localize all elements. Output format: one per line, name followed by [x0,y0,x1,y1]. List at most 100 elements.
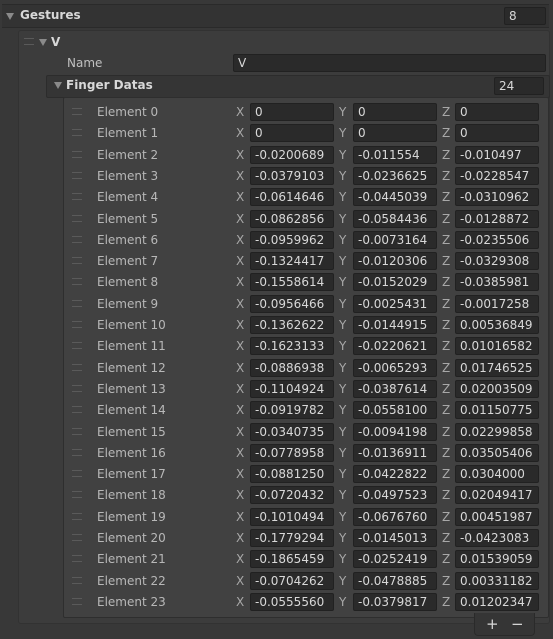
y-axis-label[interactable]: Y [339,403,346,417]
y-axis-label[interactable]: Y [339,574,346,588]
z-field[interactable]: 0 [455,124,539,142]
y-axis-label[interactable]: Y [339,169,346,183]
list-item[interactable]: Element 8 X -0.1558614 Y -0.0152029 Z -0.03859… [64,272,546,292]
y-field[interactable]: -0.0220621 [353,337,437,355]
y-field[interactable]: -0.0387614 [353,380,437,398]
list-item[interactable]: Element 6 X -0.0959962 Y -0.0073164 Z -0.02355… [64,230,546,250]
z-axis-label[interactable]: Z [442,233,450,247]
x-field[interactable]: -0.0881250 [250,465,334,483]
x-field[interactable]: -0.0555560 [250,593,334,611]
gestures-size-field[interactable]: 8 [504,7,546,25]
list-item[interactable]: Element 11 X -0.1623133 Y -0.0220621 Z 0.01016… [64,336,546,356]
list-item[interactable]: Element 17 X -0.0881250 Y -0.0422822 Z 0.03040… [64,464,546,484]
list-item[interactable]: Element 15 X -0.0340735 Y -0.0094198 Z 0.02299… [64,422,546,442]
y-axis-label[interactable]: Y [339,531,346,545]
z-field[interactable]: 0.02299858 [455,423,539,441]
x-field[interactable]: -0.0919782 [250,401,334,419]
z-field[interactable]: 0.01150775 [455,401,539,419]
x-axis-label[interactable]: X [236,254,244,268]
z-field[interactable]: 0.02003509 [455,380,539,398]
y-field[interactable]: -0.0152029 [353,273,437,291]
x-field[interactable]: -0.0340735 [250,423,334,441]
z-axis-label[interactable]: Z [442,297,450,311]
y-field[interactable]: -0.0445039 [353,188,437,206]
z-axis-label[interactable]: Z [442,361,450,375]
z-field[interactable]: 0.0304000 [455,465,539,483]
drag-handle-icon[interactable] [72,555,82,562]
y-field[interactable]: -0.0120306 [353,252,437,270]
y-axis-label[interactable]: Y [339,361,346,375]
name-field[interactable]: V [233,54,546,72]
y-axis-label[interactable]: Y [339,126,346,140]
y-field[interactable]: -0.0136911 [353,444,437,462]
z-axis-label[interactable]: Z [442,467,450,481]
list-item[interactable]: Element 13 X -0.1104924 Y -0.0387614 Z 0.02003… [64,379,546,399]
list-item[interactable]: Element 20 X -0.1779294 Y -0.0145013 Z -0.0423… [64,528,546,548]
drag-handle-icon[interactable] [72,577,82,584]
x-axis-label[interactable]: X [236,190,244,204]
y-axis-label[interactable]: Y [339,488,346,502]
x-axis-label[interactable]: X [236,233,244,247]
add-element-button[interactable]: + [486,615,499,633]
z-axis-label[interactable]: Z [442,574,450,588]
list-item[interactable]: Element 5 X -0.0862856 Y -0.0584436 Z -0.01288… [64,209,546,229]
x-axis-label[interactable]: X [236,339,244,353]
x-axis-label[interactable]: X [236,318,244,332]
y-field[interactable]: -0.0094198 [353,423,437,441]
y-axis-label[interactable]: Y [339,425,346,439]
list-item[interactable]: Element 22 X -0.0704262 Y -0.0478885 Z 0.00331… [64,571,546,591]
drag-handle-icon[interactable] [72,108,82,115]
y-axis-label[interactable]: Y [339,190,346,204]
z-field[interactable]: 0.00451987 [455,508,539,526]
z-field[interactable]: -0.0423083 [455,529,539,547]
drag-handle-icon[interactable] [72,470,82,477]
z-field[interactable]: 0.01539059 [455,550,539,568]
drag-handle-icon[interactable] [72,129,82,136]
z-axis-label[interactable]: Z [442,425,450,439]
z-axis-label[interactable]: Z [442,254,450,268]
y-axis-label[interactable]: Y [339,105,346,119]
drag-handle-icon[interactable] [72,406,82,413]
z-axis-label[interactable]: Z [442,275,450,289]
x-field[interactable]: -0.0614646 [250,188,334,206]
list-item[interactable]: Element 21 X -0.1865459 Y -0.0252419 Z 0.01539… [64,549,546,569]
x-field[interactable]: -0.0778958 [250,444,334,462]
gestures-header[interactable]: Gestures 8 [2,4,549,28]
list-item[interactable]: Element 7 X -0.1324417 Y -0.0120306 Z -0.03293… [64,251,546,271]
y-axis-label[interactable]: Y [339,297,346,311]
x-field[interactable]: -0.1865459 [250,550,334,568]
y-axis-label[interactable]: Y [339,595,346,609]
y-field[interactable]: -0.0145013 [353,529,437,547]
y-field[interactable]: -0.0025431 [353,295,437,313]
drag-handle-icon[interactable] [72,257,82,264]
x-axis-label[interactable]: X [236,297,244,311]
drag-handle-icon[interactable] [72,236,82,243]
z-field[interactable]: 0.00331182 [455,572,539,590]
drag-handle-icon[interactable] [72,491,82,498]
z-axis-label[interactable]: Z [442,531,450,545]
z-field[interactable]: 0.01202347 [455,593,539,611]
x-axis-label[interactable]: X [236,425,244,439]
x-field[interactable]: -0.1362622 [250,316,334,334]
x-field[interactable]: -0.1779294 [250,529,334,547]
x-field[interactable]: 0 [250,103,334,121]
chevron-down-icon[interactable] [54,82,62,89]
x-axis-label[interactable]: X [236,446,244,460]
drag-handle-icon[interactable] [72,342,82,349]
y-axis-label[interactable]: Y [339,552,346,566]
drag-handle-icon[interactable] [72,513,82,520]
z-axis-label[interactable]: Z [442,212,450,226]
x-field[interactable]: -0.0862856 [250,210,334,228]
list-item[interactable]: Element 18 X -0.0720432 Y -0.0497523 Z 0.02049… [64,485,546,505]
list-item[interactable]: Element 14 X -0.0919782 Y -0.0558100 Z 0.01150… [64,400,546,420]
z-field[interactable]: 0.01016582 [455,337,539,355]
z-field[interactable]: -0.0310962 [455,188,539,206]
y-field[interactable]: -0.0236625 [353,167,437,185]
drag-handle-icon[interactable] [72,449,82,456]
z-axis-label[interactable]: Z [442,510,450,524]
x-field[interactable]: -0.1324417 [250,252,334,270]
z-axis-label[interactable]: Z [442,552,450,566]
z-axis-label[interactable]: Z [442,105,450,119]
x-field[interactable]: -0.0959962 [250,231,334,249]
z-field[interactable]: -0.0128872 [455,210,539,228]
